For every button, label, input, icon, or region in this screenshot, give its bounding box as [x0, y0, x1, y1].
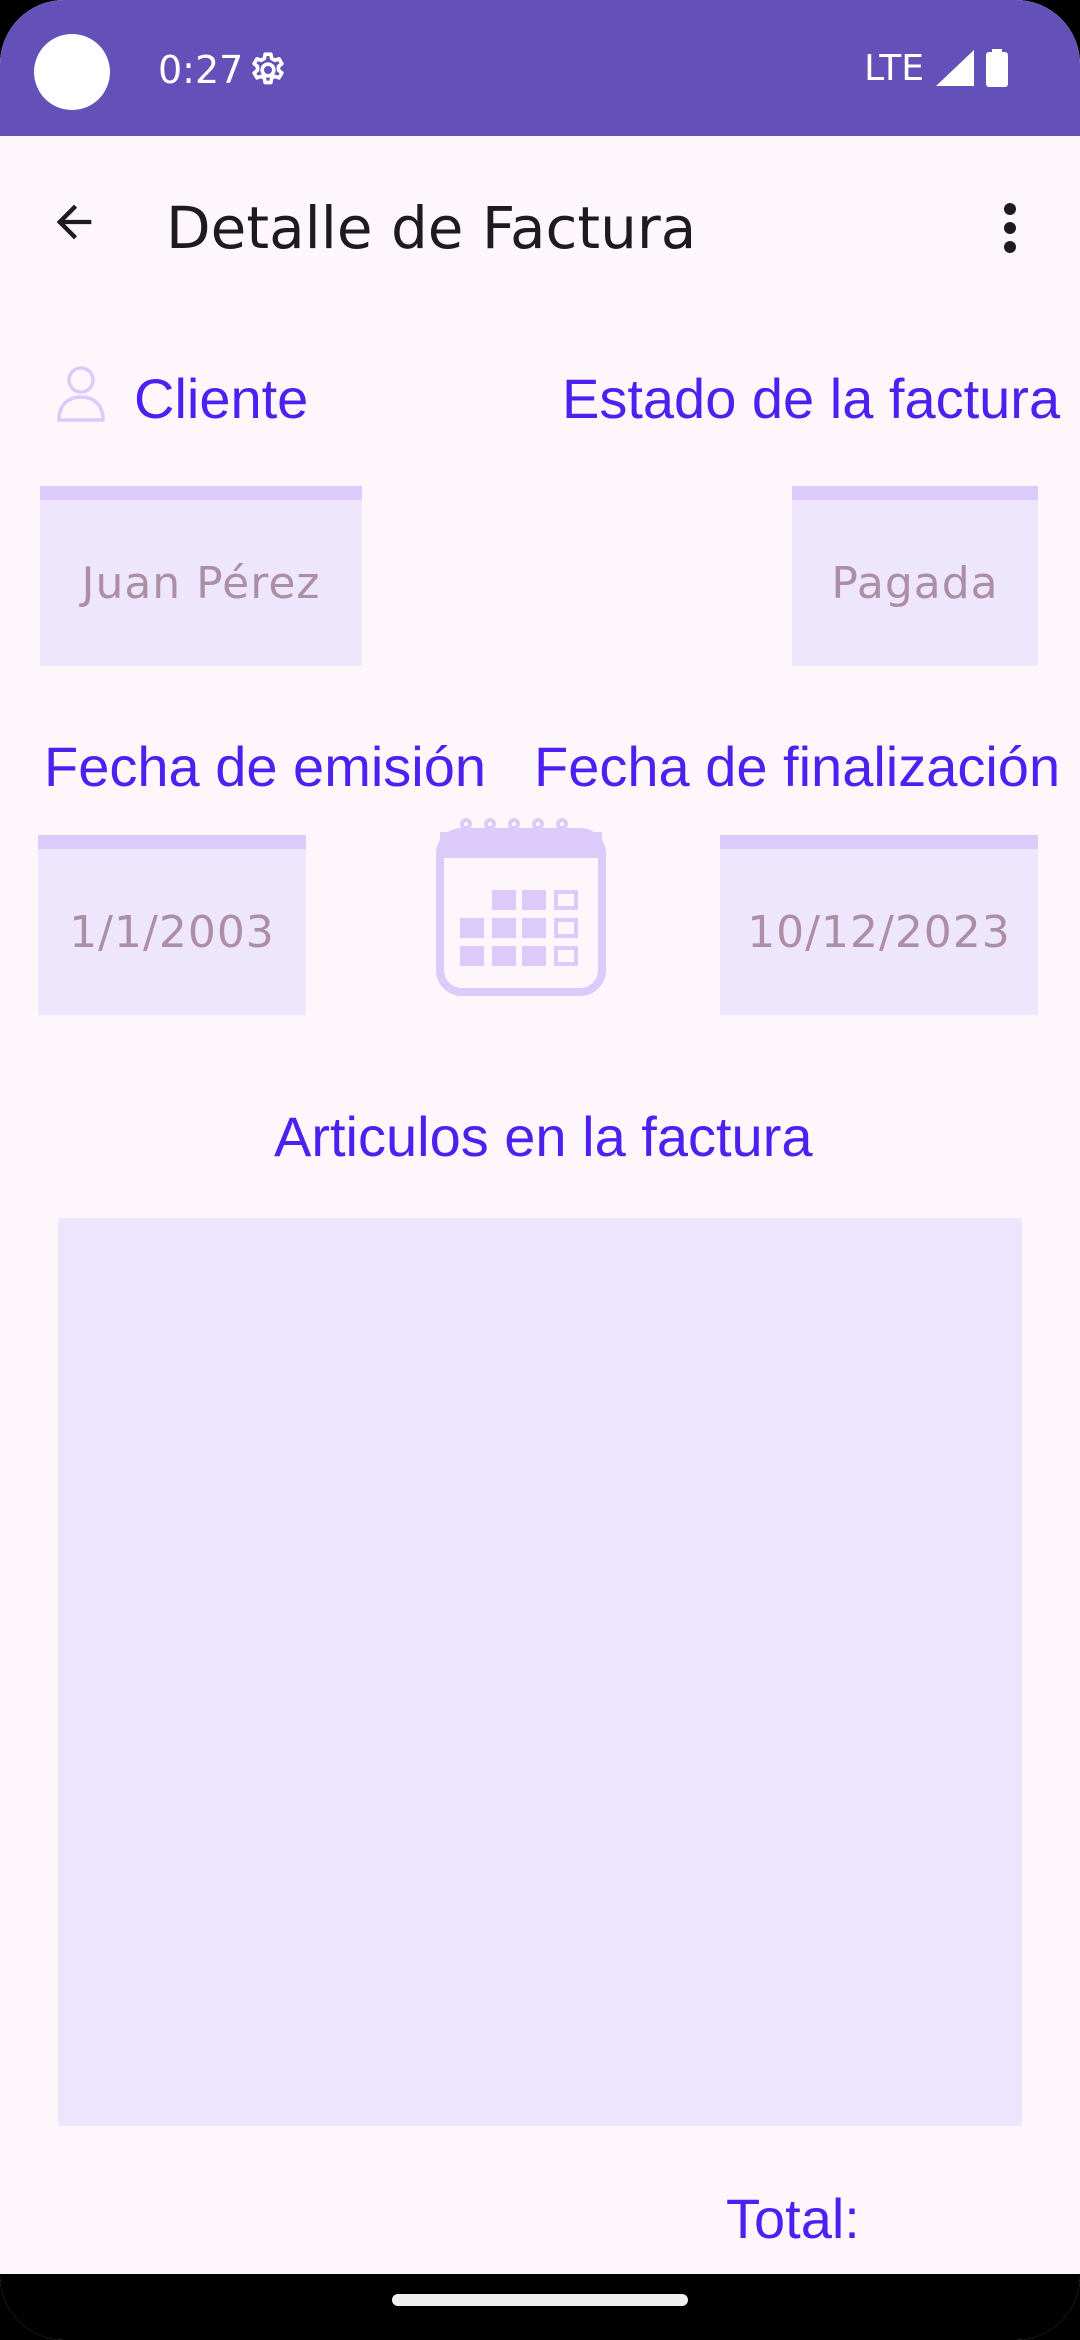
- total-label: Total:: [726, 2187, 860, 2250]
- issue-date-field[interactable]: 1/1/2003: [38, 835, 306, 1015]
- status-time: 0:27: [158, 48, 244, 92]
- status-bar: 0:27 LTE: [0, 0, 1080, 136]
- invoice-status-field[interactable]: Pagada: [792, 486, 1038, 666]
- invoice-items-list[interactable]: [58, 1218, 1022, 2126]
- calendar-icon[interactable]: [436, 818, 606, 998]
- person-icon: [57, 366, 105, 422]
- arrow-back-icon: [56, 204, 92, 240]
- page-title: Detalle de Factura: [166, 194, 697, 262]
- end-date-field[interactable]: 10/12/2023: [720, 835, 1038, 1015]
- camera-cutout: [34, 34, 110, 110]
- items-section-title: Articulos en la factura: [274, 1105, 813, 1168]
- status-indicators: LTE: [864, 46, 1008, 90]
- navigation-bar: [0, 2274, 1080, 2340]
- signal-icon: [936, 50, 974, 86]
- more-options-button[interactable]: [980, 192, 1040, 264]
- home-gesture-handle[interactable]: [392, 2294, 688, 2306]
- invoice-status-label: Estado de la factura: [562, 367, 1061, 430]
- end-date-label: Fecha de finalización: [534, 735, 1061, 798]
- more-vert-icon: [1004, 203, 1016, 253]
- battery-icon: [986, 49, 1008, 87]
- back-button[interactable]: [38, 186, 110, 258]
- app-bar: Detalle de Factura: [0, 136, 1080, 316]
- issue-date-label: Fecha de emisión: [44, 735, 487, 798]
- client-field[interactable]: Juan Pérez: [40, 486, 362, 666]
- app-screen: 0:27 LTE Detalle de Factura Cliente Esta…: [0, 0, 1080, 2340]
- client-label: Cliente: [134, 367, 309, 430]
- settings-gear-icon: [252, 52, 284, 85]
- network-type: LTE: [864, 47, 924, 89]
